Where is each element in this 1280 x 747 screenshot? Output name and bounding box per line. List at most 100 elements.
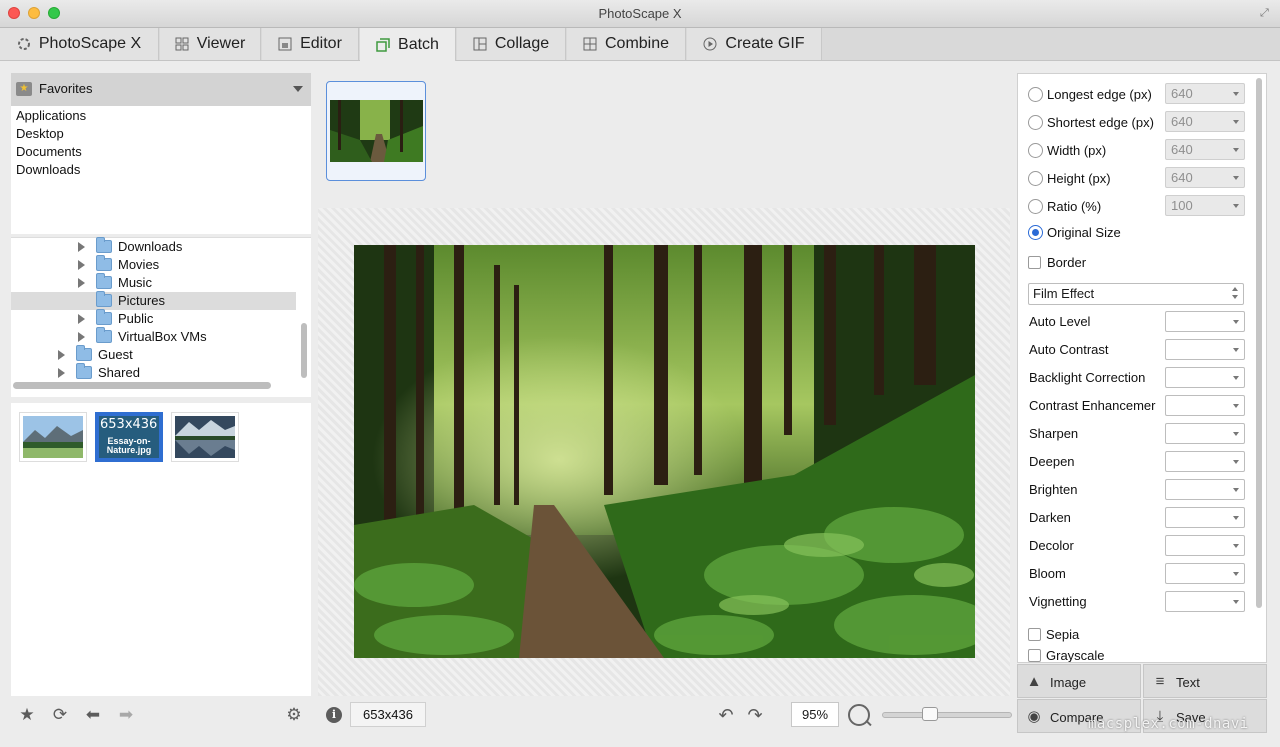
grid-icon [175, 37, 189, 51]
zoom-slider-track[interactable] [882, 712, 1012, 718]
chevron-down-icon [1233, 488, 1239, 492]
tab-batch[interactable]: Batch [360, 28, 456, 61]
effect-label: Bloom [1029, 566, 1066, 581]
auto-contrast-select[interactable] [1165, 339, 1245, 360]
tab-create-gif[interactable]: Create GIF [687, 28, 822, 60]
tab-collage[interactable]: Collage [457, 28, 566, 60]
radio-button[interactable] [1028, 143, 1043, 158]
width-select[interactable]: 640 [1165, 139, 1245, 160]
zoom-fit-icon[interactable] [848, 704, 870, 726]
image-button[interactable]: ▲ Image [1017, 664, 1141, 698]
tree-item-downloads[interactable]: Downloads [11, 237, 296, 256]
zoom-level-field[interactable]: 95% [791, 702, 839, 727]
favorite-item[interactable]: Downloads [16, 162, 80, 177]
checkbox[interactable] [1028, 628, 1041, 641]
favorite-item[interactable]: Applications [16, 108, 86, 123]
option-label: Width (px) [1047, 143, 1107, 158]
radio-button-selected[interactable] [1028, 225, 1043, 240]
resize-option-original-size[interactable]: Original Size [1028, 222, 1243, 244]
radio-button[interactable] [1028, 171, 1043, 186]
decolor-select[interactable] [1165, 535, 1245, 556]
chevron-down-icon [1233, 120, 1239, 124]
refresh-icon[interactable]: ⟳ [51, 706, 69, 724]
backlight-correction-select[interactable] [1165, 367, 1245, 388]
expand-arrow-icon[interactable] [58, 350, 65, 360]
grayscale-option[interactable]: Grayscale [1028, 645, 1168, 662]
radio-button[interactable] [1028, 87, 1043, 102]
thumbnail-mountain-lake[interactable] [19, 412, 87, 462]
vignetting-select[interactable] [1165, 591, 1245, 612]
auto-level-select[interactable] [1165, 311, 1245, 332]
tree-item-music[interactable]: Music [11, 273, 296, 292]
expand-arrow-icon[interactable] [78, 332, 85, 342]
info-icon[interactable]: i [326, 707, 342, 723]
checkbox[interactable] [1028, 256, 1041, 269]
tree-item-label: VirtualBox VMs [118, 329, 207, 344]
fullscreen-icon[interactable]: ⤢ [1260, 7, 1272, 19]
sharpen-select[interactable] [1165, 423, 1245, 444]
favorites-header[interactable]: ★ Favorites [11, 73, 311, 106]
select-value: Film Effect [1033, 286, 1095, 301]
favorite-item[interactable]: Desktop [16, 126, 64, 141]
settings-scrollbar[interactable] [1256, 78, 1262, 608]
tree-horizontal-scrollbar[interactable] [13, 382, 271, 389]
ratio-select[interactable]: 100 [1165, 195, 1245, 216]
brighten-select[interactable] [1165, 479, 1245, 500]
tree-item-label: Public [118, 311, 154, 326]
radio-button[interactable] [1028, 115, 1043, 130]
deepen-select[interactable] [1165, 451, 1245, 472]
tab-combine[interactable]: Combine [567, 28, 686, 60]
folder-icon [96, 309, 112, 325]
bloom-select[interactable] [1165, 563, 1245, 584]
gear-icon[interactable]: ⚙ [285, 706, 303, 724]
option-label: Height (px) [1047, 171, 1111, 186]
thumbnail-mountain-reflection[interactable] [171, 412, 239, 462]
effect-label: Backlight Correction [1029, 370, 1146, 385]
shortest-edge-select[interactable]: 640 [1165, 111, 1245, 132]
border-option[interactable]: Border [1028, 252, 1243, 274]
rotate-right-icon[interactable]: ↷ [744, 705, 766, 725]
expand-arrow-icon[interactable] [78, 278, 85, 288]
chevron-down-icon [1233, 376, 1239, 380]
tab-label: Viewer [196, 35, 246, 52]
tab-bar: PhotoScape X Viewer Editor Batch Collage… [0, 28, 1280, 61]
zoom-slider-thumb[interactable] [921, 707, 938, 721]
longest-edge-select[interactable]: 640 [1165, 83, 1245, 104]
tree-item-guest[interactable]: Guest [11, 345, 296, 364]
tree-item-public[interactable]: Public [11, 309, 296, 328]
tree-vertical-scrollbar[interactable] [301, 323, 307, 378]
favorite-item[interactable]: Documents [16, 144, 82, 159]
tab-label: Combine [604, 35, 670, 52]
back-arrow-icon[interactable]: ⬅ [84, 706, 102, 724]
tree-item-shared[interactable]: Shared [11, 363, 296, 382]
tree-item-virtualbox-vms[interactable]: VirtualBox VMs [11, 327, 296, 346]
tree-item-pictures[interactable]: Pictures [11, 291, 296, 310]
batch-item-image [330, 100, 423, 162]
expand-arrow-icon[interactable] [78, 314, 85, 324]
expand-arrow-icon[interactable] [58, 368, 65, 378]
text-button[interactable]: ≡ Text [1143, 664, 1267, 698]
tree-item-label: Pictures [118, 293, 165, 308]
contrast-enhancement-select[interactable] [1165, 395, 1245, 416]
expand-arrow-icon[interactable] [78, 242, 85, 252]
thumbnail-essay-on-nature[interactable]: 653x436 Essay-on-Nature.jpg [95, 412, 163, 462]
batch-item[interactable] [326, 81, 426, 181]
batch-icon [376, 37, 390, 52]
height-select[interactable]: 640 [1165, 167, 1245, 188]
film-effect-select[interactable]: Film Effect [1028, 283, 1244, 305]
radio-button[interactable] [1028, 199, 1043, 214]
chevron-down-icon [1233, 320, 1239, 324]
tab-viewer[interactable]: Viewer [160, 28, 261, 60]
forward-arrow-icon[interactable]: ➡ [117, 706, 135, 724]
star-icon[interactable]: ★ [18, 706, 36, 724]
expand-arrow-icon[interactable] [78, 260, 85, 270]
checkbox[interactable] [1028, 649, 1041, 662]
effect-label: Vignetting [1029, 594, 1087, 609]
tree-item-movies[interactable]: Movies [11, 255, 296, 274]
tab-photoscape-x[interactable]: PhotoScape X [0, 28, 159, 60]
sepia-option[interactable]: Sepia [1028, 624, 1168, 646]
darken-select[interactable] [1165, 507, 1245, 528]
chevron-down-icon[interactable] [293, 86, 303, 92]
tab-editor[interactable]: Editor [262, 28, 359, 60]
rotate-left-icon[interactable]: ↶ [715, 705, 737, 725]
